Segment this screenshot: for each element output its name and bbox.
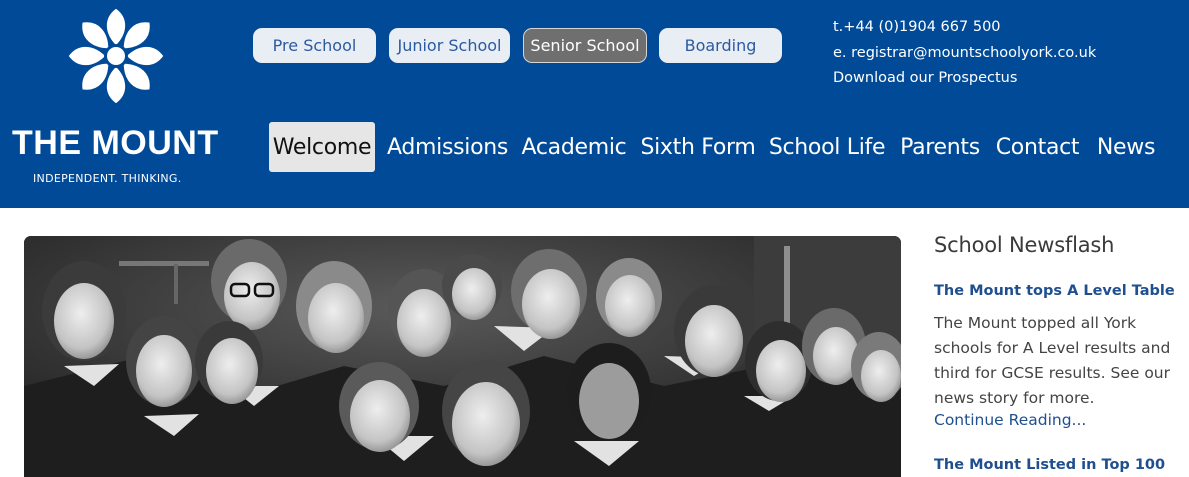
school-btn-pre-school[interactable]: Pre School bbox=[253, 28, 376, 63]
rose-emblem-icon[interactable] bbox=[64, 6, 168, 106]
nav-admissions[interactable]: Admissions bbox=[387, 122, 508, 172]
school-btn-junior-school[interactable]: Junior School bbox=[389, 28, 510, 63]
brand-tagline: INDEPENDENT. THINKING. bbox=[33, 172, 182, 185]
contact-info: t.+44 (0)1904 667 500 e. registrar@mount… bbox=[833, 15, 1096, 92]
nav-sixth-form[interactable]: Sixth Form bbox=[640, 122, 756, 172]
nav-academic[interactable]: Academic bbox=[521, 122, 627, 172]
site-header: THE MOUNT INDEPENDENT. THINKING. Pre Sch… bbox=[0, 0, 1189, 208]
nav-parents[interactable]: Parents bbox=[898, 122, 982, 172]
contact-email[interactable]: e. registrar@mountschoolyork.co.uk bbox=[833, 41, 1096, 67]
school-btn-senior-school[interactable]: Senior School bbox=[523, 28, 647, 63]
continue-reading-link[interactable]: Continue Reading... bbox=[934, 411, 1086, 429]
nav-welcome[interactable]: Welcome bbox=[269, 122, 375, 172]
nav-school-life[interactable]: School Life bbox=[769, 122, 886, 172]
news-headline-2[interactable]: The Mount Listed in Top 100 bbox=[934, 457, 1165, 473]
school-btn-boarding[interactable]: Boarding bbox=[659, 28, 782, 63]
hero-photo bbox=[24, 236, 901, 477]
nav-contact[interactable]: Contact bbox=[994, 122, 1081, 172]
prospectus-link[interactable]: Download our Prospectus bbox=[833, 66, 1096, 92]
news-body-1: The Mount topped all York schools for A … bbox=[934, 314, 1171, 407]
news-headline-1[interactable]: The Mount tops A Level Table bbox=[934, 283, 1175, 299]
brand-name[interactable]: THE MOUNT bbox=[12, 124, 219, 163]
nav-news[interactable]: News bbox=[1094, 122, 1158, 172]
students-group-photo bbox=[24, 236, 901, 477]
newsflash-title: School Newsflash bbox=[934, 233, 1115, 257]
contact-phone[interactable]: t.+44 (0)1904 667 500 bbox=[833, 15, 1096, 41]
